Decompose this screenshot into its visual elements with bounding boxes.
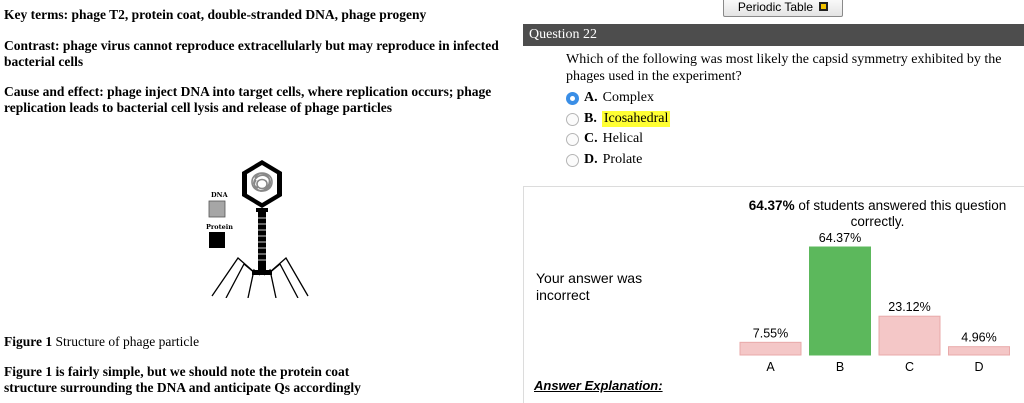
periodic-table-icon: [819, 2, 829, 11]
answer-explanation-link[interactable]: Answer Explanation:: [534, 378, 663, 393]
option-b-text: Icosahedral: [601, 111, 671, 127]
radio-c[interactable]: [566, 132, 579, 146]
question-text-line-1: Which of the following was most likely t…: [566, 52, 1002, 67]
radio-b[interactable]: [566, 112, 579, 126]
option-d-letter: D.: [584, 152, 598, 167]
cause-effect-line-1: Cause and effect: phage inject DNA into …: [4, 84, 492, 99]
legend-protein-label: Protein: [206, 223, 233, 231]
passage-panel: Key terms: phage T2, protein coat, doubl…: [0, 0, 515, 403]
option-c-text: Helical: [602, 131, 644, 146]
radio-d[interactable]: [566, 153, 579, 167]
option-a[interactable]: A. Complex: [566, 88, 654, 108]
your-answer-line-2: incorrect: [536, 287, 590, 303]
note-line-2: structure surrounding the DNA and antici…: [4, 380, 361, 395]
legend-protein-swatch: [209, 232, 225, 248]
figure-caption-label: Figure 1: [4, 334, 53, 349]
contrast-line-1: Contrast: phage virus cannot reproduce e…: [4, 38, 499, 53]
your-answer-line-1: Your answer was: [536, 270, 643, 286]
figure-caption-text: Structure of phage particle: [52, 334, 200, 349]
answer-statistic: 64.37% of students answered this questio…: [735, 198, 1020, 230]
question-text-line-2: phages used in the experiment?: [566, 69, 742, 84]
radio-a[interactable]: [566, 91, 579, 105]
phage-figure: DNA Protein: [206, 160, 309, 298]
legend-dna-swatch: [208, 200, 226, 218]
option-c[interactable]: C. Helical: [566, 129, 643, 149]
note-line-1: Figure 1 is fairly simple, but we should…: [4, 364, 350, 379]
periodic-table-button[interactable]: Periodic Table: [723, 0, 843, 17]
cause-effect-line-2: replication leads to bacterial cell lysi…: [4, 100, 392, 115]
your-answer-status: Your answer was incorrect: [536, 270, 686, 304]
periodic-table-label: Periodic Table: [737, 0, 814, 14]
question-text: Which of the following was most likely t…: [566, 51, 1016, 85]
key-terms: Key terms: phage T2, protein coat, doubl…: [4, 7, 427, 22]
option-d[interactable]: D. Prolate: [566, 150, 642, 170]
stat-text-line-1: of students answered this question: [794, 198, 1007, 213]
contrast-line-2: bacterial cells: [4, 54, 84, 69]
option-c-letter: C.: [584, 131, 598, 146]
stat-text-line-2: correctly.: [850, 214, 905, 229]
phage-collar: [256, 208, 268, 212]
option-a-letter: A.: [584, 90, 598, 105]
option-b-letter: B.: [584, 111, 597, 126]
option-a-text: Complex: [602, 90, 654, 105]
question-header: Question 22: [523, 24, 1024, 46]
figure-caption: Figure 1 Structure of phage particle: [4, 333, 199, 350]
option-d-text: Prolate: [602, 152, 643, 167]
stat-percent: 64.37%: [748, 198, 795, 213]
option-b[interactable]: B. Icosahedral: [566, 109, 671, 129]
legend-dna-label: DNA: [211, 191, 229, 199]
